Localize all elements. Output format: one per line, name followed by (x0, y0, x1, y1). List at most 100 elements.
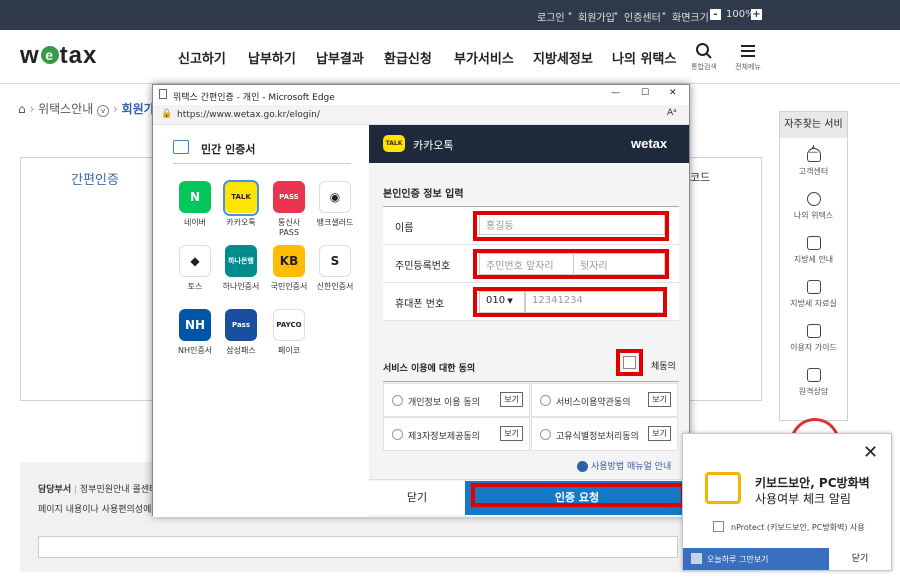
cert-app-10[interactable]: Pass 삼성패스 (221, 309, 261, 356)
cert-app-5[interactable]: ◆ 토스 (175, 245, 215, 292)
login-link[interactable]: 로그인 (537, 9, 565, 24)
nav-local-tax-info[interactable]: 지방세정보 (533, 48, 593, 67)
view-button[interactable]: 보기 (648, 426, 671, 441)
breadcrumb: ⌂ › 위택스안내 v › 회원가 (18, 100, 155, 117)
keyboard-security-popup: ✕ 키보드보안, PC방화벽 사용여부 체크 알림 nProtect (키보드보… (682, 433, 892, 571)
footer-dept-label: 담당부서 (38, 485, 72, 495)
cert-app-logo-icon: NH (179, 309, 211, 341)
cert-app-logo-icon: N (179, 181, 211, 213)
agreement-third-party[interactable]: 제3자정보제공동의 보기 (383, 417, 530, 451)
agreement-privacy[interactable]: 개인정보 이용 동의 보기 (383, 383, 530, 417)
cert-app-3[interactable]: PASS 통신사PASS (269, 181, 309, 237)
close-window-button[interactable]: ✕ (669, 88, 677, 98)
separator-dot: • (567, 9, 573, 20)
nav-extra-services[interactable]: 부가서비스 (454, 48, 514, 67)
bg-tab-partial[interactable]: 코드 (690, 169, 710, 185)
dont-show-checkbox[interactable] (691, 553, 702, 564)
nav-my-wetax[interactable]: 나의 위택스 (612, 48, 676, 67)
feedback-input[interactable] (38, 536, 678, 558)
close-button[interactable]: 닫기 (369, 481, 465, 515)
quick-item-customer-center[interactable]: 고객센터 (780, 148, 847, 177)
section-title: 본인인증 정보 입력 (383, 189, 464, 200)
highlight-phone (473, 287, 667, 317)
quick-item-my-wetax[interactable]: 나의 위택스 (780, 192, 847, 221)
url-text[interactable]: https://www.wetax.go.kr/elogin/ (177, 110, 320, 120)
radio-button[interactable] (392, 429, 403, 440)
quick-services-title: 자주찾는 서비스 (780, 112, 847, 156)
lock-icon: 🔒 (161, 109, 173, 119)
cert-app-logo-icon: 하나은행 (225, 245, 257, 277)
highlight-rrn (473, 249, 669, 279)
cert-app-label: 하나인증서 (222, 282, 260, 291)
headset-icon (806, 148, 821, 162)
page-icon (159, 89, 167, 99)
radio-button[interactable] (540, 395, 551, 406)
cert-app-1[interactable]: N 네이버 (175, 181, 215, 228)
divider (383, 381, 679, 382)
separator-dot: • (661, 9, 667, 20)
radio-button[interactable] (392, 395, 403, 406)
menu-label: 전체메뉴 (735, 63, 761, 71)
cert-app-11[interactable]: PAYCO 페이코 (269, 309, 309, 356)
chevron-down-icon[interactable]: v (97, 105, 110, 117)
cert-app-label: 네이버 (183, 218, 207, 227)
user-guide-icon (577, 461, 588, 472)
address-bar[interactable]: 🔒 https://www.wetax.go.kr/elogin/ Aᵃ (153, 105, 689, 125)
keyboard-lock-icon (705, 472, 741, 504)
nav-report[interactable]: 신고하기 (178, 48, 226, 67)
cert-app-8[interactable]: S 신한인증서 (315, 245, 355, 292)
guide-icon (806, 236, 821, 250)
cert-app-4[interactable]: ◉ 뱅크샐러드 (315, 181, 355, 228)
view-button[interactable]: 보기 (500, 392, 523, 407)
cert-app-label: NH인증서 (177, 346, 213, 355)
search-label: 통합검색 (691, 63, 717, 71)
popup-close-button[interactable]: 닫기 (829, 548, 891, 570)
wetax-logo[interactable]: w e tax (20, 42, 97, 70)
nav-pay[interactable]: 납부하기 (248, 48, 296, 67)
view-button[interactable]: 보기 (500, 426, 523, 441)
chevron-right-icon: › (29, 102, 39, 116)
kakao-talk-icon: TALK (383, 135, 405, 152)
zoom-in-button[interactable]: + (751, 9, 762, 20)
radio-button[interactable] (540, 429, 551, 440)
search-button[interactable]: 통합검색 (688, 42, 720, 72)
selected-app-outline (223, 180, 259, 216)
simple-auth-window: 위택스 간편인증 - 개인 - Microsoft Edge — ☐ ✕ 🔒 h… (152, 84, 690, 517)
cert-app-logo-icon: ◉ (319, 181, 351, 213)
minimize-button[interactable]: — (611, 88, 620, 98)
manual-link[interactable]: 사용방법 매뉴얼 안내 (577, 459, 671, 472)
quick-item-user-guide[interactable]: 이용자 가이드 (780, 324, 847, 353)
quick-item-remote-support[interactable]: 원격상담 (780, 368, 847, 397)
breadcrumb-item[interactable]: 위택스안내 (38, 102, 93, 116)
cert-app-label: 페이코 (277, 346, 301, 355)
cert-app-label: 통신사PASS (277, 218, 301, 237)
quick-item-local-tax-archive[interactable]: 지방세 자료실 (780, 280, 847, 309)
signup-link[interactable]: 회원가입 (578, 9, 615, 24)
read-aloud-icon[interactable]: Aᵃ (667, 108, 677, 118)
cert-app-label: 뱅크샐러드 (316, 218, 354, 227)
cert-center-link[interactable]: 인증센터 (624, 9, 661, 24)
nprotect-checkbox[interactable] (713, 521, 724, 532)
window-title: 위택스 간편인증 - 개인 - Microsoft Edge (173, 93, 335, 103)
close-icon[interactable]: ✕ (863, 444, 878, 462)
chat-icon (806, 324, 821, 338)
cert-app-9[interactable]: NH NH인증서 (175, 309, 215, 356)
agreement-unique-id[interactable]: 고유식별정보처리동의 보기 (531, 417, 678, 451)
cert-app-6[interactable]: 하나은행하나인증서 (221, 245, 261, 292)
breadcrumb-item[interactable]: 회원가 (122, 102, 155, 116)
quick-item-local-tax-guide[interactable]: 지방세 안내 (780, 236, 847, 265)
maximize-button[interactable]: ☐ (641, 88, 649, 98)
full-menu-button[interactable]: 전체메뉴 (732, 42, 764, 72)
separator-dot: • (613, 9, 619, 20)
highlight-agree-all (616, 349, 643, 376)
rrn-label: 주민등록번호 (395, 261, 451, 272)
agreement-terms[interactable]: 서비스이용약관동의 보기 (531, 383, 678, 417)
zoom-out-button[interactable]: - (710, 9, 721, 20)
divider (173, 163, 351, 164)
nav-refund[interactable]: 환급신청 (384, 48, 432, 67)
nav-pay-result[interactable]: 납부결과 (316, 48, 364, 67)
cert-app-7[interactable]: KB 국민인증서 (269, 245, 309, 292)
home-icon[interactable]: ⌂ (18, 102, 26, 116)
tab-simple-auth[interactable]: 간편인증 (20, 157, 170, 197)
view-button[interactable]: 보기 (648, 392, 671, 407)
